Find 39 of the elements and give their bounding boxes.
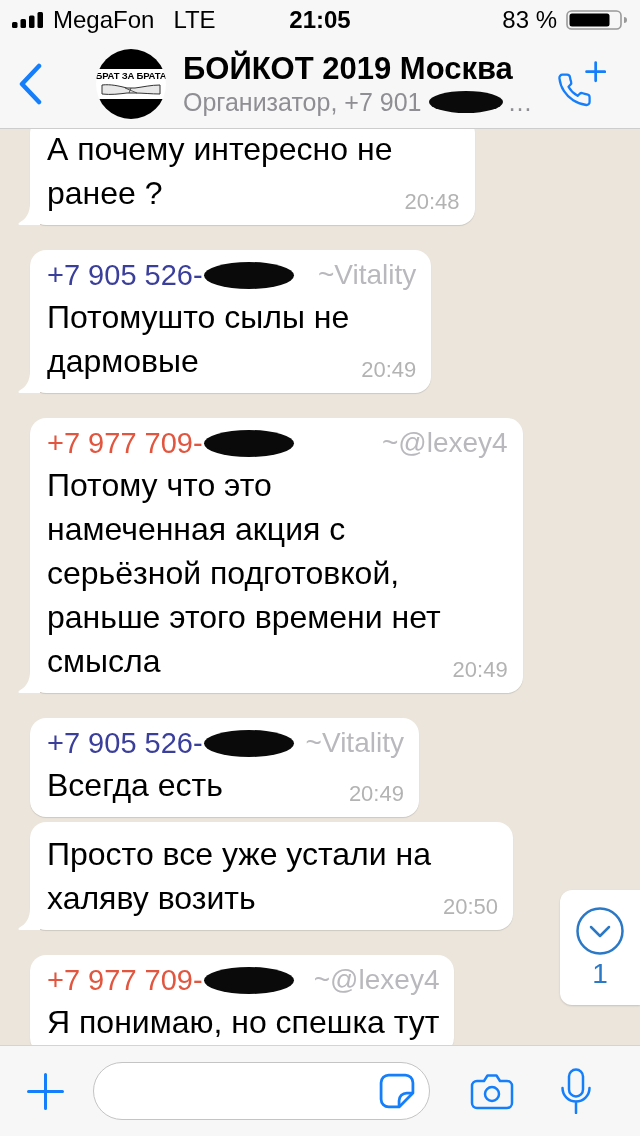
message-time: 20:49	[348, 781, 404, 807]
message-text: Потому что это намеченная акция с серьёзной подготовкой, раньше этого времени нет смысла	[47, 466, 441, 681]
clock-time: 21:05	[289, 6, 351, 34]
message-time: 20:49	[452, 657, 508, 683]
battery-icon	[566, 10, 628, 30]
sender-name: ~@lexey4	[313, 963, 440, 997]
battery-percent: 83 %	[502, 6, 557, 34]
sender-phone: +7 905 526-	[47, 726, 203, 760]
message-time: 20:50	[443, 894, 499, 920]
sender-name: ~@lexey4	[381, 426, 508, 460]
sender-phone: +7 977 709-	[47, 963, 203, 997]
message-text: А почему интересно не ранее ?	[47, 130, 393, 213]
sender-phone: +7 905 526-	[47, 258, 203, 292]
message-time: 20:49	[361, 357, 417, 383]
message-text: Я понимаю, но спешка тут	[47, 1003, 440, 1042]
avatar-logo-text: БРАТ ЗА БРАТА	[96, 71, 166, 81]
add-call-icon[interactable]	[558, 61, 606, 107]
handshake-icon	[101, 82, 161, 97]
chat-title: БОЙКОТ 2019 Москва	[183, 51, 514, 87]
chevron-down-icon	[576, 907, 624, 955]
sender-phone: +7 977 709-	[47, 426, 203, 460]
group-avatar[interactable]: БРАТ ЗА БРАТА	[96, 49, 166, 119]
chat-subtitle: Организатор, +7 901	[183, 87, 422, 117]
scroll-down-button[interactable]: 1	[560, 890, 640, 1005]
message-text: Всегда есть	[47, 766, 223, 805]
message-time: 20:48	[404, 189, 460, 215]
plus-icon[interactable]	[27, 1072, 64, 1110]
microphone-icon[interactable]	[560, 1068, 592, 1114]
sender-name: ~Vitality	[305, 726, 404, 760]
message-text: Просто все уже устали на халяву возить	[47, 835, 431, 918]
back-icon[interactable]	[18, 63, 42, 105]
sticker-icon[interactable]	[379, 1073, 415, 1109]
carrier-name: MegaFon	[53, 6, 155, 34]
signal-icon	[12, 12, 44, 28]
sender-name: ~Vitality	[317, 258, 417, 292]
camera-icon[interactable]	[470, 1072, 514, 1110]
subtitle-ellipsis: …	[507, 87, 533, 117]
message-text: Потомушто сылы не дармовые	[47, 298, 350, 381]
network-type: LTE	[173, 6, 216, 34]
